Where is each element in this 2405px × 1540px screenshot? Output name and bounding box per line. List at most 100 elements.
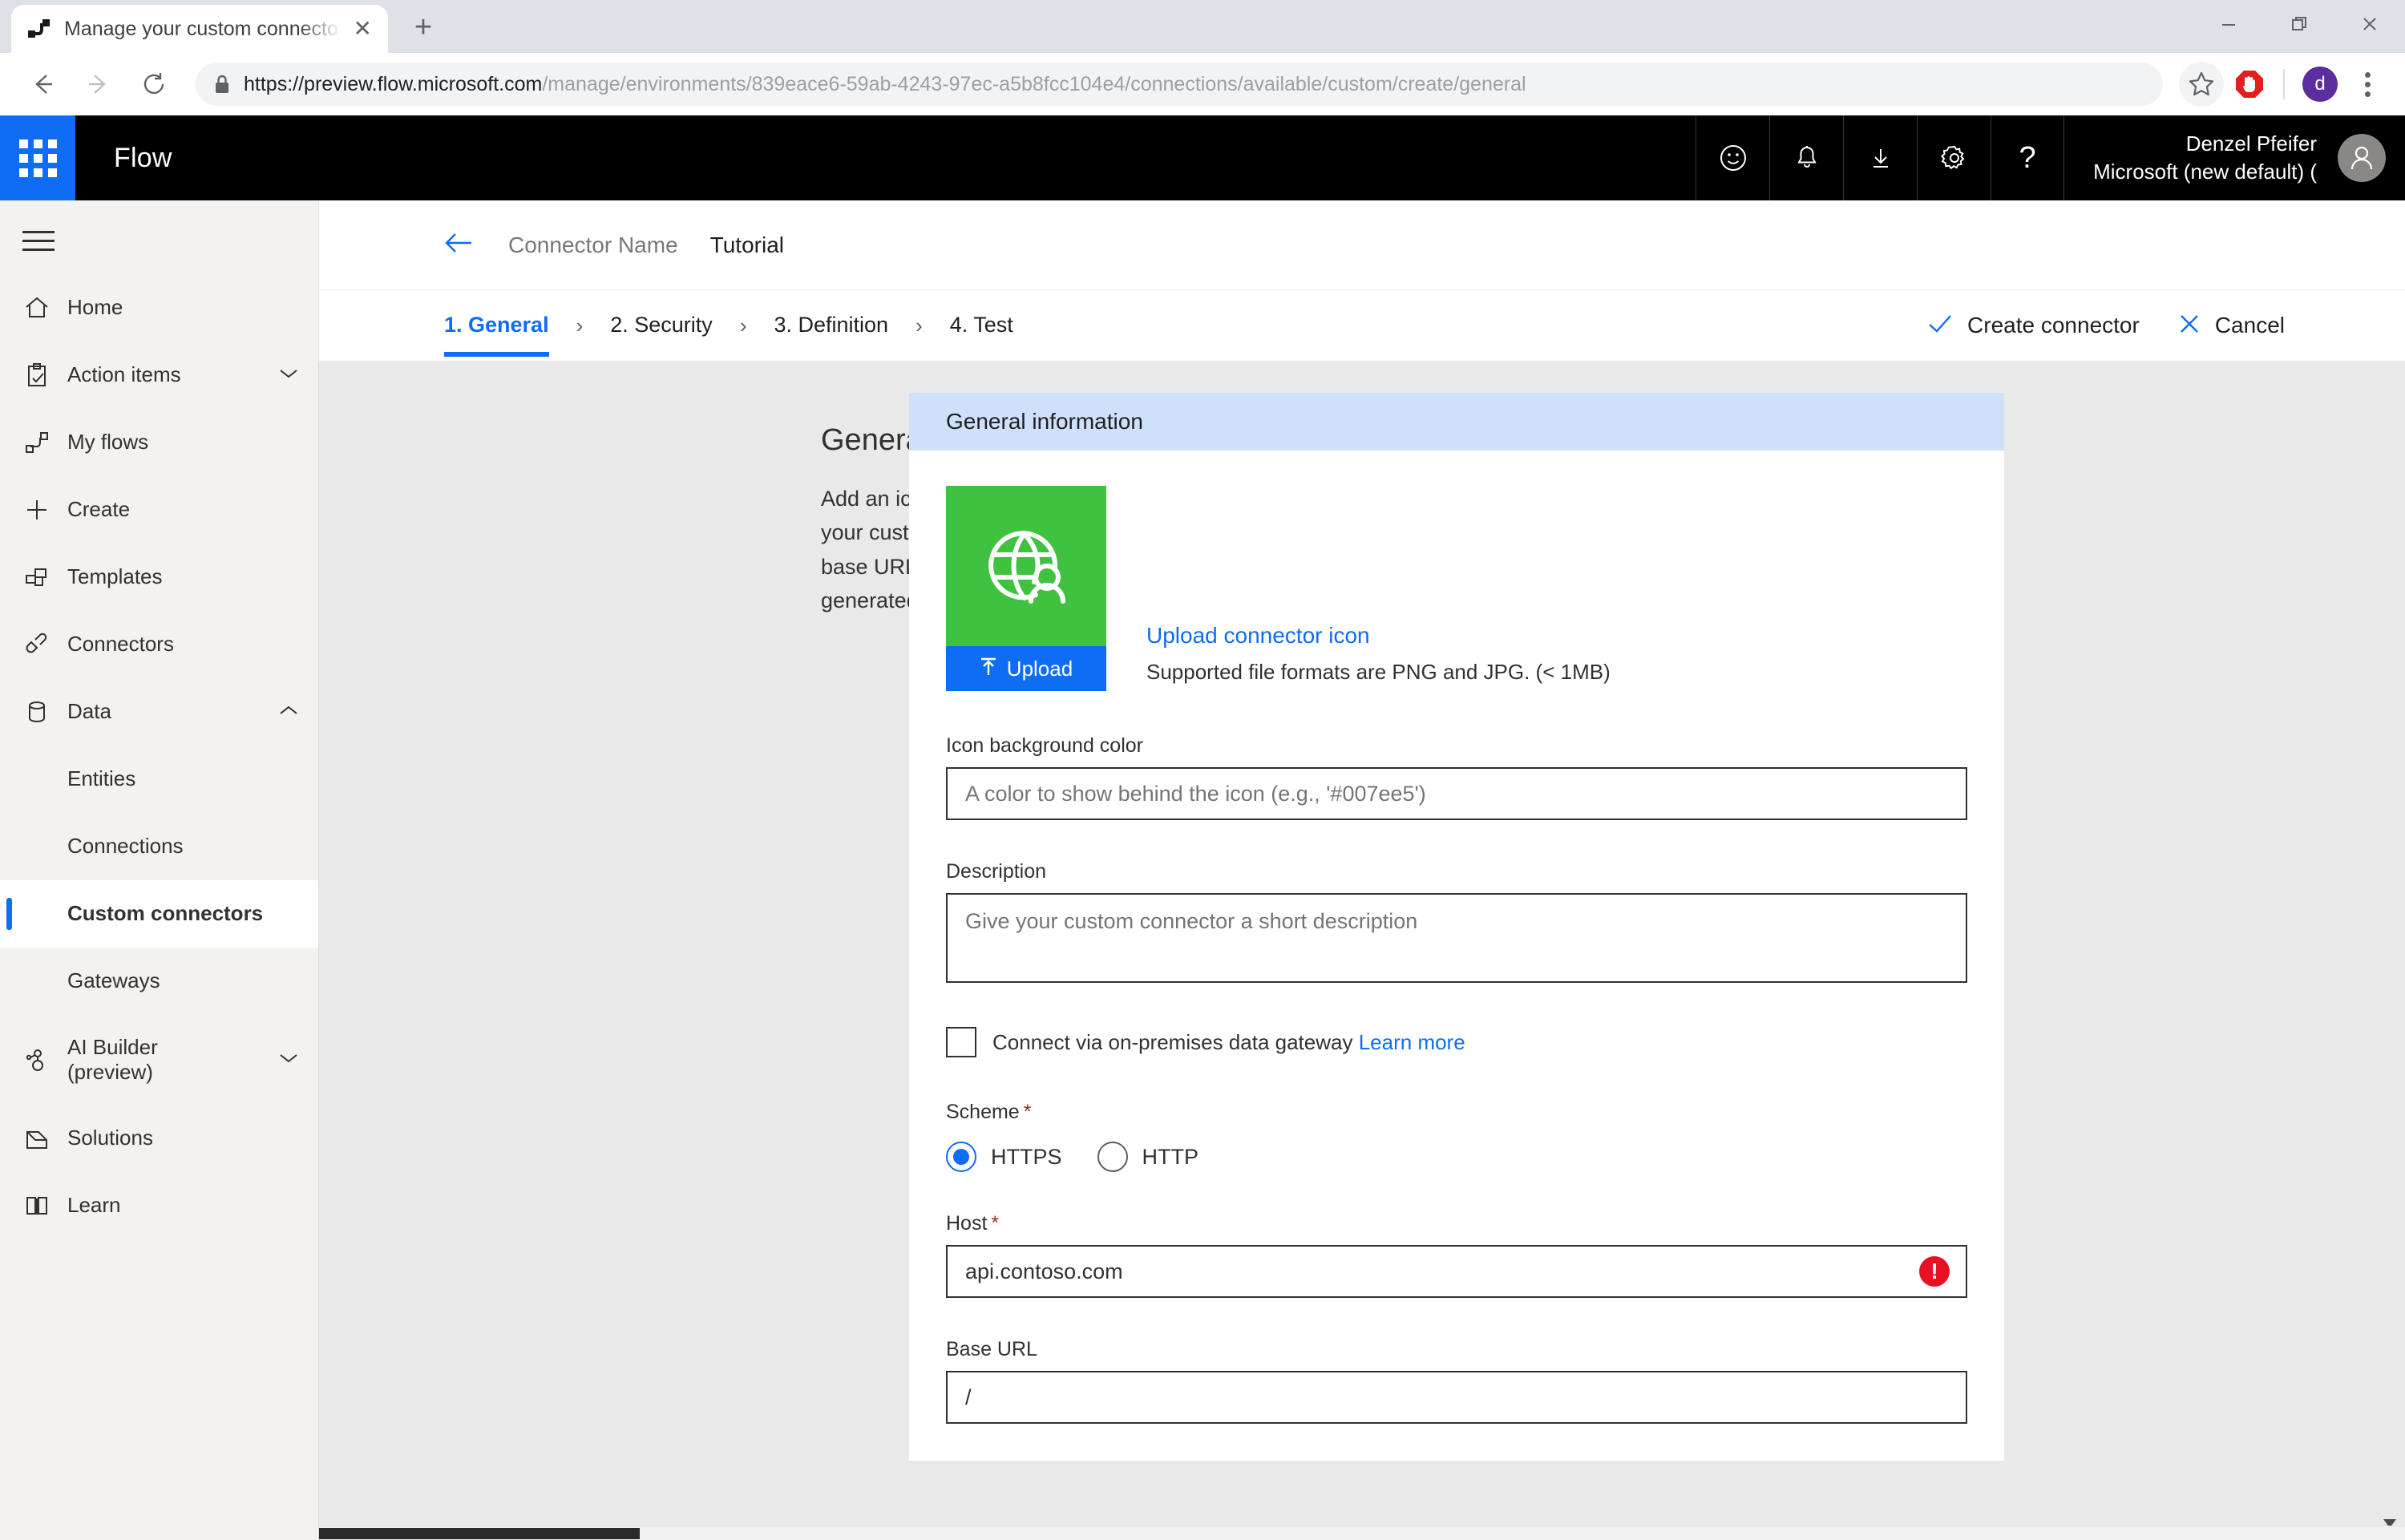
gateway-checkbox[interactable]	[946, 1027, 976, 1057]
sidebar-item-label: Action items	[67, 362, 181, 387]
cancel-button[interactable]: Cancel	[2178, 313, 2285, 338]
icon-background-color-field: Icon background color	[946, 734, 1967, 820]
breadcrumb-connector-name[interactable]: Connector Name	[508, 232, 678, 258]
sidebar-item-custom-connectors[interactable]: Custom connectors	[0, 880, 318, 948]
wizard-step-test[interactable]: 4. Test	[950, 295, 1013, 357]
new-tab-button[interactable]: +	[401, 5, 446, 50]
app-launcher-icon[interactable]	[0, 115, 75, 200]
sidebar-item-solutions[interactable]: Solutions	[0, 1105, 318, 1172]
adblock-extension-icon[interactable]	[2227, 62, 2272, 107]
upload-button-label: Upload	[1006, 656, 1073, 681]
host-input-wrap: !	[946, 1245, 1967, 1298]
host-error-icon: !	[1919, 1256, 1950, 1287]
window-maximize-icon[interactable]	[2264, 0, 2334, 48]
settings-gear-icon[interactable]	[1917, 115, 1991, 200]
url-origin: https://preview.flow.microsoft.com	[244, 72, 543, 95]
wizard-step-security[interactable]: 2. Security	[610, 295, 713, 357]
sidebar-item-entities[interactable]: Entities	[0, 746, 318, 813]
sidebar-item-create[interactable]: Create	[0, 476, 318, 544]
description-textarea[interactable]	[946, 893, 1967, 983]
user-name: Denzel Pfeifer	[2185, 131, 2317, 156]
back-button-icon[interactable]	[18, 59, 67, 109]
tab-close-icon[interactable]: ✕	[354, 18, 372, 40]
notifications-bell-icon[interactable]	[1769, 115, 1843, 200]
host-required-marker: *	[991, 1212, 1000, 1235]
sidebar-item-templates[interactable]: Templates	[0, 544, 318, 611]
horizontal-scrollbar[interactable]	[319, 1526, 2405, 1540]
description-label: Description	[946, 860, 1047, 883]
wizard-step-general[interactable]: 1. General	[444, 295, 549, 357]
browser-menu-icon[interactable]	[2347, 62, 2387, 107]
host-input[interactable]	[946, 1245, 1967, 1298]
sidebar-item-home[interactable]: Home	[0, 274, 318, 342]
back-arrow-icon[interactable]	[444, 229, 476, 261]
sidebar-item-data[interactable]: Data	[0, 678, 318, 746]
window-minimize-icon[interactable]	[2193, 0, 2264, 48]
reload-button-icon[interactable]	[130, 59, 180, 109]
wizard-step-definition[interactable]: 3. Definition	[774, 295, 888, 357]
scheme-option-https[interactable]: HTTPS	[946, 1142, 1062, 1172]
sidebar-item-gateways[interactable]: Gateways	[0, 948, 318, 1015]
breadcrumb-current: Tutorial	[709, 232, 784, 257]
home-icon	[22, 293, 67, 322]
wizard-actions: Create connector Cancel	[1927, 313, 2405, 338]
chevron-down-icon[interactable]	[277, 366, 304, 386]
feedback-smiley-icon[interactable]	[1696, 115, 1769, 200]
create-connector-button[interactable]: Create connector	[1927, 313, 2140, 338]
forward-button-icon[interactable]	[74, 59, 123, 109]
user-block[interactable]: Denzel Pfeifer Microsoft (new default) (	[2064, 130, 2405, 186]
horizontal-scrollbar-thumb[interactable]	[319, 1528, 640, 1539]
host-label-text: Host	[946, 1212, 988, 1235]
sidebar-item-action-items[interactable]: Action items	[0, 342, 318, 409]
hamburger-lines	[22, 224, 55, 257]
upload-arrow-icon	[980, 656, 997, 682]
sidebar-item-connectors[interactable]: Connectors	[0, 611, 318, 678]
scheme-option-http[interactable]: HTTP	[1097, 1142, 1198, 1172]
hamburger-menu-icon[interactable]	[0, 207, 318, 274]
radio-https-label: HTTPS	[991, 1144, 1062, 1169]
browser-tab[interactable]: Manage your custom connectors ✕	[11, 5, 388, 53]
content-area: General information Add an icon and shor…	[319, 361, 2405, 1540]
sidebar-item-label: Create	[67, 497, 131, 522]
upload-connector-icon-link[interactable]: Upload connector icon	[1146, 623, 1611, 649]
breadcrumb: Connector Name Tutorial	[319, 200, 2405, 290]
plus-icon	[22, 495, 67, 524]
base-url-input[interactable]	[946, 1371, 1967, 1424]
browser-profile-avatar[interactable]: d	[2302, 67, 2338, 102]
sidebar-item-learn[interactable]: Learn	[0, 1172, 318, 1239]
download-icon[interactable]	[1843, 115, 1917, 200]
scheme-field: Scheme * HTTPS HTTP	[946, 1101, 1967, 1172]
left-description-panel: General information Add an icon and shor…	[319, 393, 1183, 1540]
browser-toolbar: https://preview.flow.microsoft.com/manag…	[0, 53, 2405, 115]
connector-icon-tile[interactable]: Upload	[946, 486, 1106, 691]
avatar[interactable]	[2338, 134, 2386, 182]
connectors-plug-icon	[22, 630, 67, 659]
connector-icon-row: Upload Upload connector icon Supported f…	[946, 486, 1967, 691]
address-bar[interactable]: https://preview.flow.microsoft.com/manag…	[196, 63, 2163, 106]
create-connector-label: Create connector	[1967, 313, 2140, 338]
chevron-up-icon[interactable]	[277, 702, 304, 722]
upload-button[interactable]: Upload	[946, 646, 1106, 691]
flow-icon	[22, 428, 67, 457]
scheme-radio-group: HTTPS HTTP	[946, 1142, 1967, 1172]
bookmark-star-icon[interactable]	[2179, 62, 2224, 107]
solutions-icon	[22, 1124, 67, 1153]
url-path: /manage/environments/839eace6-59ab-4243-…	[542, 72, 1526, 95]
help-question-icon[interactable]: ?	[1991, 115, 2065, 200]
base-url-field: Base URL	[946, 1338, 1967, 1424]
icon-background-color-label: Icon background color	[946, 734, 1143, 757]
gateway-checkbox-label: Connect via on-premises data gateway Lea…	[992, 1030, 1465, 1055]
window-close-icon[interactable]	[2334, 0, 2405, 48]
sidebar-item-ai-builder-preview[interactable]: AI Builder (preview)	[0, 1015, 318, 1105]
radio-https[interactable]	[946, 1142, 976, 1172]
toolbar-right-actions: d	[2169, 62, 2387, 107]
chevron-down-icon[interactable]	[277, 1050, 304, 1070]
user-org: Microsoft (new default) (	[2093, 160, 2317, 184]
gateway-learn-more-link[interactable]: Learn more	[1359, 1030, 1465, 1054]
sidebar-item-label: My flows	[67, 430, 149, 455]
sidebar-item-connections[interactable]: Connections	[0, 813, 318, 880]
radio-http[interactable]	[1097, 1142, 1128, 1172]
icon-background-color-input[interactable]	[946, 767, 1967, 820]
sidebar-item-my-flows[interactable]: My flows	[0, 409, 318, 476]
host-field: Host* !	[946, 1212, 1967, 1298]
